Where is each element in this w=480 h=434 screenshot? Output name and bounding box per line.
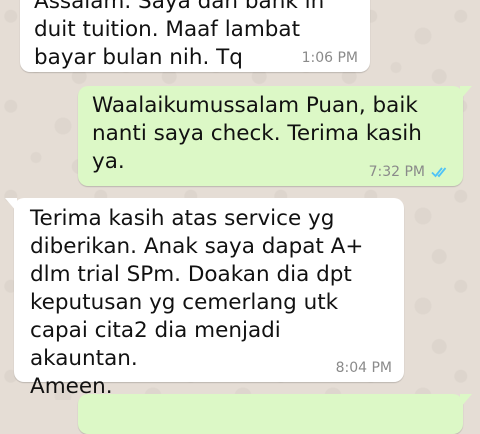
message-meta: 7:32 PM [369,164,451,180]
message-time: 8:04 PM [335,360,392,376]
double-check-read-icon [431,167,447,178]
message-time: 1:06 PM [301,50,358,66]
message-bubble-outgoing[interactable] [78,394,472,434]
message-bubble-outgoing[interactable]: Waalaikumussalam Puan, baik nanti saya c… [78,86,472,186]
message-meta: 1:06 PM [302,50,358,66]
message-time: 7:32 PM [368,164,425,180]
message-bubble-incoming[interactable]: Terima kasih atas service yg diberikan. … [5,198,404,399]
message-bubble-incoming[interactable]: Assalam. Saya dah bank in duit tuition. … [20,0,370,72]
message-meta: 8:04 PM [336,360,392,376]
message-text: Terima kasih atas service yg diberikan. … [30,206,364,399]
